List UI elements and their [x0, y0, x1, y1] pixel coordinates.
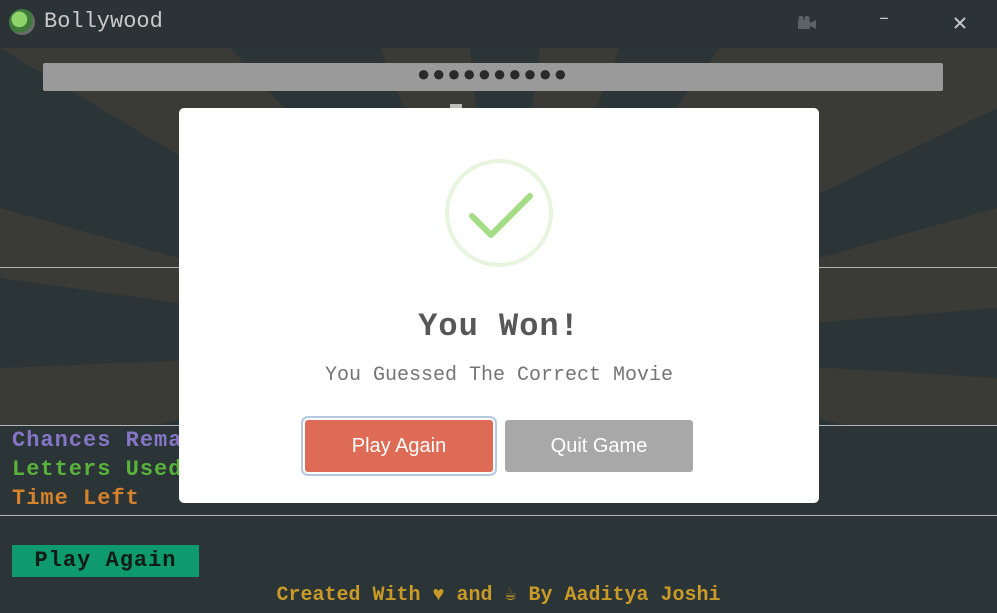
dialog-title: You Won! — [418, 308, 580, 345]
modal-overlay: You Won! You Guessed The Correct Movie P… — [0, 0, 997, 613]
success-check-icon — [445, 159, 553, 267]
play-again-confirm-button[interactable]: Play Again — [305, 420, 493, 472]
quit-game-button[interactable]: Quit Game — [505, 420, 693, 472]
win-dialog: You Won! You Guessed The Correct Movie P… — [179, 108, 819, 503]
dialog-message: You Guessed The Correct Movie — [324, 364, 674, 387]
